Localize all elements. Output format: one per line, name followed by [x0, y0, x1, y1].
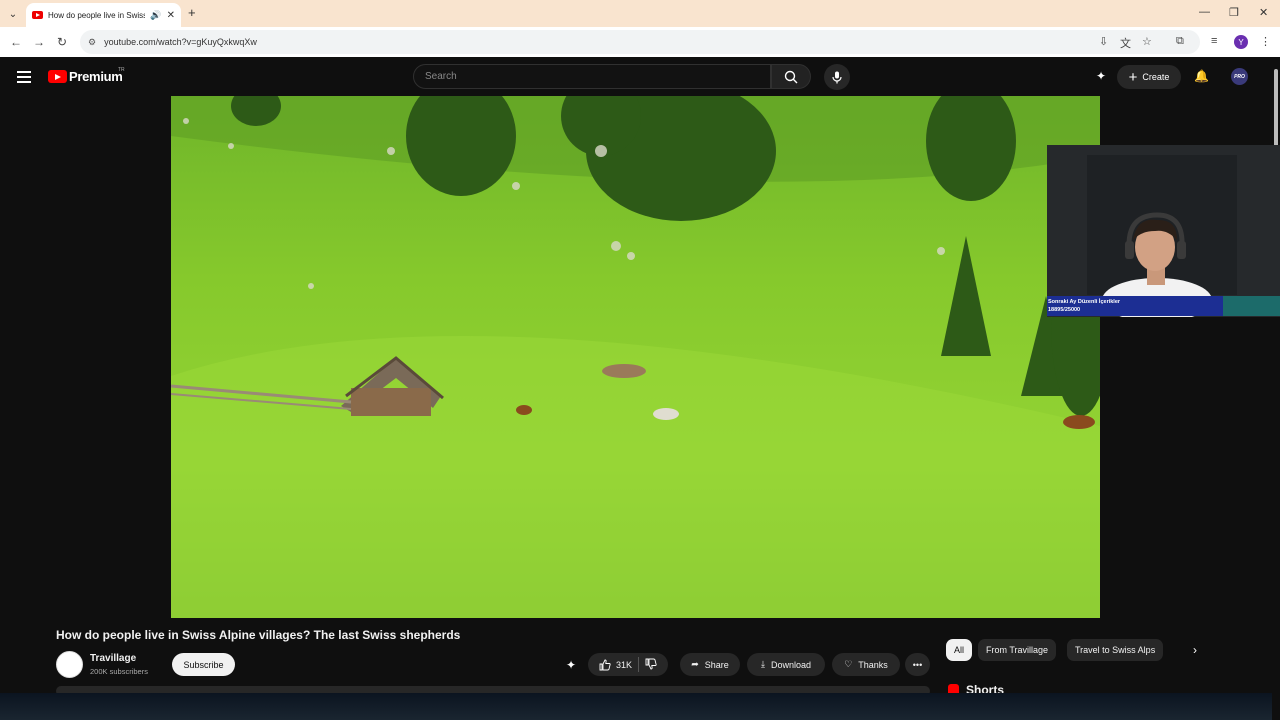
- audio-playing-icon[interactable]: 🔊: [150, 10, 161, 21]
- address-bar[interactable]: ⚙ youtube.com/watch?v=gKuyQxkwqXw: [80, 30, 1200, 54]
- goal-overlay-band: Sonraki Ay Düzenli İçerikler 18895/25000: [1047, 296, 1223, 316]
- minimize-icon[interactable]: —: [1199, 6, 1210, 18]
- goal-overlay-title: Sonraki Ay Düzenli İçerikler: [1048, 299, 1121, 305]
- thanks-label: Thanks: [858, 659, 888, 670]
- thumbs-down-icon: [645, 658, 657, 669]
- microphone-icon: [832, 71, 842, 83]
- share-icon: ➦: [691, 659, 699, 669]
- hamburger-menu-icon[interactable]: [17, 71, 31, 86]
- account-avatar[interactable]: PRO: [1231, 68, 1248, 85]
- browser-nav-bar: ← → ↻ ⚙ youtube.com/watch?v=gKuyQxkwqXw …: [0, 27, 1280, 57]
- share-button[interactable]: ➦ Share: [680, 653, 740, 676]
- browser-profile-avatar[interactable]: Y: [1234, 35, 1248, 49]
- search-icon: [784, 70, 798, 83]
- share-label: Share: [704, 659, 729, 670]
- extensions-icon[interactable]: ⧉: [1176, 35, 1184, 48]
- notifications-bell-icon[interactable]: 🔔: [1194, 69, 1209, 83]
- new-tab-button[interactable]: +: [188, 5, 196, 20]
- more-actions-button[interactable]: •••: [905, 653, 930, 676]
- browser-tab[interactable]: How do people live in Swiss 🔊 ✕: [26, 3, 181, 27]
- reload-icon[interactable]: ↻: [57, 35, 67, 49]
- chip-all[interactable]: All: [946, 639, 973, 661]
- region-code: TR: [118, 67, 125, 73]
- goal-overlay-accent: [1223, 296, 1280, 316]
- create-label: Create: [1142, 72, 1170, 82]
- webcam-overlay: Sonraki Ay Düzenli İçerikler 18895/25000: [1047, 145, 1280, 317]
- thanks-button[interactable]: ♡ Thanks: [832, 653, 900, 676]
- tab-close-icon[interactable]: ✕: [167, 10, 175, 21]
- back-icon[interactable]: ←: [10, 35, 22, 49]
- channel-name[interactable]: Travillage: [90, 653, 136, 664]
- search-button[interactable]: [771, 64, 811, 89]
- forward-icon[interactable]: →: [33, 35, 45, 49]
- streamer-webcam-image: [1047, 145, 1280, 317]
- search-input[interactable]: [425, 71, 770, 82]
- browser-menu-icon[interactable]: ⋮: [1260, 35, 1271, 48]
- video-frame-alpine-meadow: [171, 96, 1100, 618]
- download-label: Download: [770, 659, 811, 670]
- browser-tab-bar: ⌄ How do people live in Swiss 🔊 ✕ + — ❐ …: [0, 0, 1280, 27]
- channel-avatar[interactable]: [56, 651, 83, 678]
- video-title: How do people live in Swiss Alpine villa…: [56, 628, 461, 642]
- voice-search-button[interactable]: [824, 64, 850, 90]
- youtube-favicon-icon: [32, 11, 43, 19]
- subscribe-button[interactable]: Subscribe: [172, 653, 235, 676]
- chip-travel-to-swiss-alps[interactable]: Travel to Swiss Alps: [1067, 639, 1164, 661]
- download-button[interactable]: ⤓ Download: [747, 653, 825, 676]
- create-button[interactable]: + Create: [1117, 65, 1181, 89]
- subscriber-count: 200K subscribers: [90, 667, 148, 676]
- site-info-icon[interactable]: ⚙: [88, 37, 96, 48]
- youtube-header: Premium TR ✦ + Create 🔔 PRO: [0, 57, 1272, 95]
- install-app-icon[interactable]: ⇩: [1099, 35, 1108, 48]
- like-count: 31K: [615, 659, 632, 670]
- video-player[interactable]: [171, 96, 1100, 618]
- bookmark-star-icon[interactable]: ☆: [1142, 35, 1152, 48]
- chip-from-travillage[interactable]: From Travillage: [978, 639, 1057, 661]
- plus-icon: +: [1128, 68, 1138, 86]
- thumbs-up-icon: [599, 659, 611, 670]
- taskbar-strip: [0, 693, 1272, 720]
- like-dislike-group: 31K: [588, 653, 668, 676]
- ask-ai-sparkle-icon[interactable]: ✦: [566, 658, 576, 672]
- download-icon: ⤓: [760, 659, 765, 669]
- more-icon: •••: [912, 659, 923, 670]
- chips-next-chevron-icon[interactable]: ›: [1193, 643, 1197, 657]
- dislike-button[interactable]: [645, 658, 657, 672]
- youtube-logo-icon[interactable]: [48, 70, 67, 83]
- reading-list-icon[interactable]: ≡: [1211, 35, 1217, 47]
- youtube-premium-logo-text[interactable]: Premium: [69, 69, 123, 84]
- restore-icon[interactable]: ❐: [1229, 6, 1239, 19]
- url-text: youtube.com/watch?v=gKuyQxkwqXw: [104, 37, 257, 47]
- goal-overlay-progress: 18895/25000: [1048, 307, 1081, 313]
- like-button[interactable]: 31K: [599, 659, 632, 671]
- tab-search-chevron-icon[interactable]: ⌄: [4, 5, 22, 23]
- translate-icon[interactable]: 文: [1120, 35, 1131, 51]
- window-close-icon[interactable]: ✕: [1259, 6, 1268, 19]
- like-divider: [638, 657, 639, 672]
- search-box: [413, 64, 771, 89]
- ai-sparkle-icon[interactable]: ✦: [1096, 69, 1106, 83]
- tab-title: How do people live in Swiss: [48, 10, 146, 20]
- thanks-icon: ♡: [844, 659, 853, 669]
